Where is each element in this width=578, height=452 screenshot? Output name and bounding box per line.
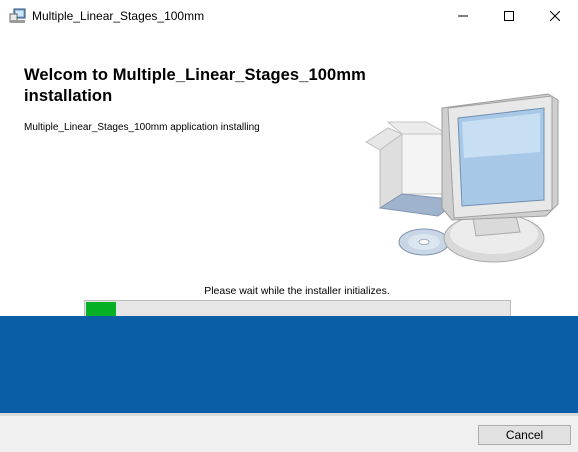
installer-window: Multiple_Linear_Stages_100mm Welcom to M…	[0, 0, 578, 452]
close-button[interactable]	[532, 0, 578, 32]
progress-status-text: Please wait while the installer initiali…	[204, 285, 390, 297]
close-icon	[550, 11, 560, 21]
welcome-heading: Welcom to Multiple_Linear_Stages_100mm i…	[24, 66, 366, 105]
minimize-icon	[458, 15, 468, 17]
installer-icon	[9, 8, 26, 23]
maximize-icon	[504, 11, 514, 21]
cancel-button[interactable]: Cancel	[478, 425, 571, 445]
window-title: Multiple_Linear_Stages_100mm	[32, 9, 205, 23]
minimize-button[interactable]	[440, 0, 486, 32]
blue-banner	[0, 316, 578, 415]
computer-with-box-and-disc-icon	[365, 93, 559, 263]
install-subtext: Multiple_Linear_Stages_100mm application…	[24, 122, 260, 133]
title-bar[interactable]: Multiple_Linear_Stages_100mm	[0, 0, 578, 32]
maximize-button[interactable]	[486, 0, 532, 32]
